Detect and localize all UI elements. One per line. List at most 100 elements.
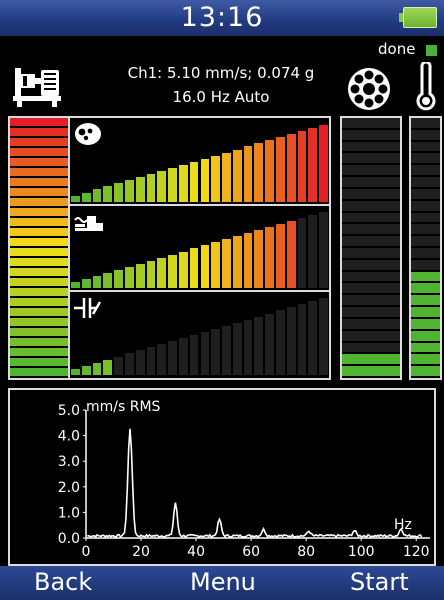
overall-level-segment (10, 358, 68, 366)
x-tick-label: 40 (187, 544, 205, 560)
bearing-level-segment (342, 236, 400, 246)
severity-bar (81, 365, 91, 375)
severity-bar (276, 223, 285, 289)
status-done-indicator (426, 45, 437, 56)
severity-bar (232, 236, 242, 289)
severity-bar (243, 146, 253, 202)
temperature-level-segment (411, 141, 440, 152)
severity-bar (71, 195, 80, 202)
severity-bar (92, 276, 102, 289)
temperature-level-segment (411, 259, 440, 270)
overall-level-segment (10, 328, 68, 336)
row-separator (70, 290, 329, 293)
x-tick-label: 20 (132, 544, 150, 560)
bearing-level-segment (342, 295, 400, 306)
overall-level-segment (10, 148, 68, 156)
severity-bar (146, 174, 156, 202)
bearing-level-segment (342, 366, 400, 376)
bearing-level-segment (342, 188, 400, 199)
thermometer-icon (416, 62, 436, 111)
severity-bar (265, 226, 275, 289)
severity-bar (308, 214, 318, 289)
overall-level-segment (10, 288, 68, 296)
severity-bar (211, 155, 221, 202)
overall-level-segment (10, 298, 68, 306)
severity-bar (297, 304, 307, 375)
overall-level-segment (10, 268, 68, 276)
back-button[interactable]: Back (34, 568, 92, 596)
overall-level-segment (10, 208, 68, 216)
channel-reading: Ch1: 5.10 mm/s; 0.074 g (127, 64, 315, 82)
severity-bar (189, 161, 199, 202)
temperature-level-segment (411, 118, 440, 128)
severity-bar (178, 338, 188, 375)
overall-level-segment (10, 188, 68, 196)
bearing-level-segment (342, 283, 400, 294)
severity-bar (168, 254, 177, 289)
clock: 13:16 (180, 2, 264, 33)
overall-level-segment (10, 318, 68, 326)
temperature-level-segment (411, 330, 440, 341)
severity-bar (319, 211, 328, 289)
severity-bar (243, 319, 253, 375)
bearing-level-segment (342, 342, 400, 353)
severity-bar (124, 180, 134, 202)
severity-bar (81, 279, 91, 289)
start-button[interactable]: Start (350, 568, 409, 596)
severity-bar (222, 325, 231, 375)
y-tick-label: 2.0 (58, 480, 80, 496)
severity-bar (211, 328, 221, 375)
bearing-level-segment (342, 259, 400, 270)
severity-bar (200, 245, 210, 289)
temperature-level-segment (411, 342, 440, 353)
severity-bar (189, 335, 199, 375)
vibration-sensor-icon (73, 122, 103, 150)
status-done-label: done (378, 40, 416, 58)
x-tick-label: 0 (82, 544, 91, 560)
y-tick-label: 4.0 (58, 429, 80, 445)
bearing-level-segment (342, 200, 400, 211)
severity-bar (222, 239, 231, 289)
x-tick-label: 60 (242, 544, 260, 560)
severity-bar (92, 362, 102, 375)
spectrum-svg: 0.0 1.0 2.0 3.0 4.0 5.0 0 20 40 60 80 100 120 mm/s R… (58, 399, 430, 560)
severity-bar (232, 322, 242, 375)
severity-bar (254, 143, 264, 202)
y-tick-label: 3.0 (58, 454, 80, 470)
overall-level-segment (10, 278, 68, 286)
severity-bar (124, 353, 134, 375)
overall-level-segment (10, 238, 68, 246)
temperature-level-segment (411, 354, 440, 365)
x-tick-label: 120 (403, 544, 430, 560)
menu-button[interactable]: Menu (190, 568, 256, 596)
bearing-level-segment (342, 177, 400, 187)
bearing-level-segment (342, 212, 400, 223)
temperature-level-segment (411, 236, 440, 246)
severity-bar (114, 183, 123, 202)
severity-bar (168, 341, 177, 375)
overall-level-segment (10, 168, 68, 176)
severity-bar (146, 347, 156, 375)
overall-level-segment (10, 178, 68, 186)
overall-level-meter (8, 116, 70, 380)
severity-bar (276, 137, 285, 202)
severity-bar (135, 350, 145, 375)
severity-bar (124, 266, 134, 289)
severity-bar (157, 257, 167, 289)
bearing-level-segment (342, 153, 400, 164)
severity-bar (222, 152, 231, 202)
severity-bar (135, 177, 145, 202)
overall-level-segment (10, 348, 68, 356)
temperature-level-segment (411, 271, 440, 282)
bearing-icon (348, 68, 390, 110)
severity-bar (168, 167, 177, 202)
severity-bar (276, 310, 285, 375)
severity-bar (135, 263, 145, 289)
machine-icon (13, 68, 61, 107)
severity-bar (286, 134, 296, 202)
bearing-level-segment (342, 248, 400, 258)
y-tick-label: 5.0 (58, 403, 80, 419)
severity-bar (71, 368, 80, 375)
severity-bar (319, 298, 328, 375)
temperature-level-segment (411, 212, 440, 223)
